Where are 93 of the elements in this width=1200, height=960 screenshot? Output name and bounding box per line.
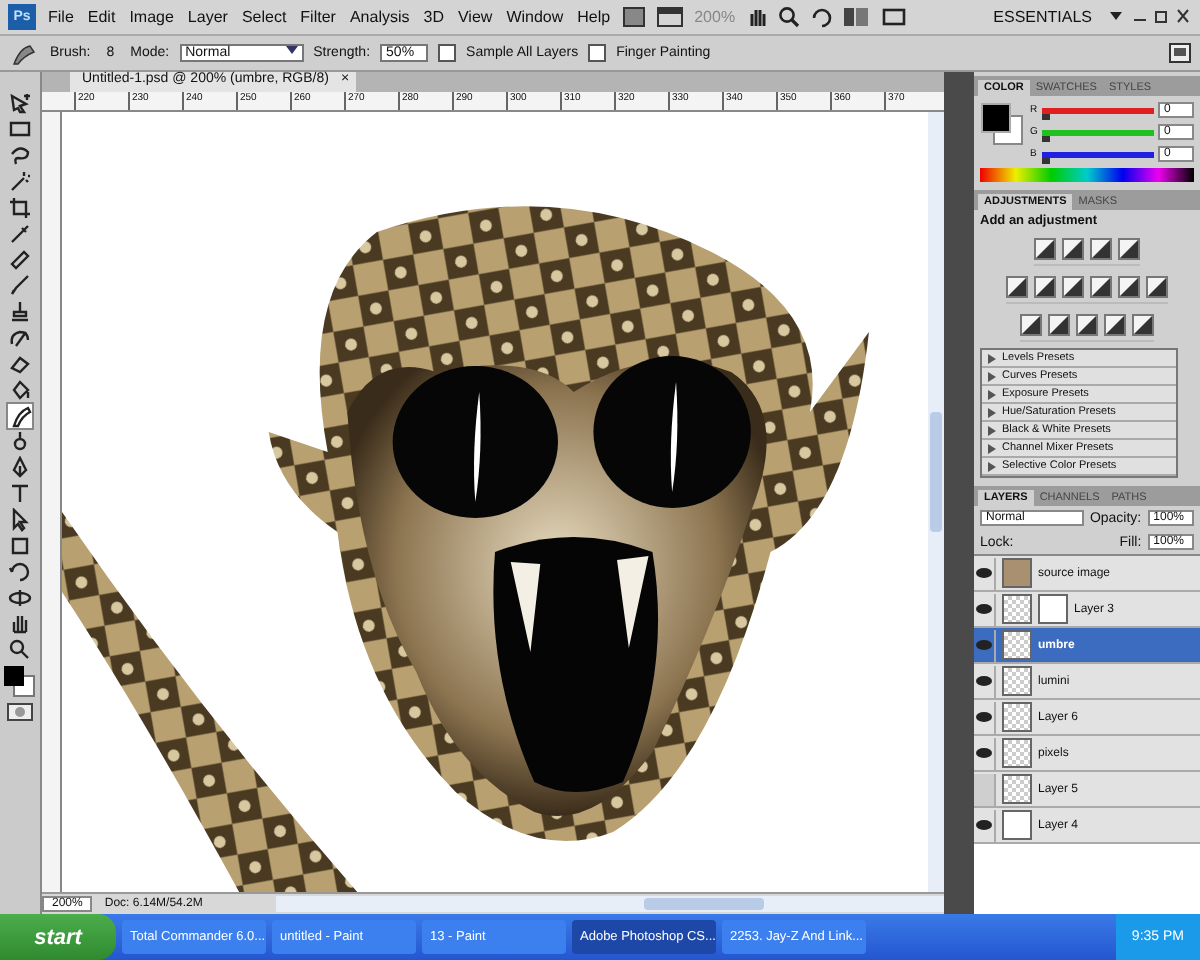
menu-item[interactable]: Analysis xyxy=(347,8,412,26)
select-tool-icon[interactable] xyxy=(8,508,32,532)
rotate-view-icon[interactable] xyxy=(809,6,832,28)
smudge-tool-icon[interactable] xyxy=(8,41,40,65)
eye-icon[interactable] xyxy=(976,820,992,830)
hand-icon[interactable] xyxy=(745,6,768,28)
menu-item[interactable]: Layer xyxy=(185,8,230,26)
visibility-toggle[interactable] xyxy=(974,629,996,661)
wand-tool-icon[interactable] xyxy=(8,170,32,194)
visibility-toggle[interactable] xyxy=(974,701,996,733)
zoom-tool-icon[interactable] xyxy=(8,638,32,662)
workspace-switcher[interactable]: ESSENTIALS xyxy=(993,8,1092,26)
layer-thumbnail xyxy=(1002,666,1032,696)
checkbox[interactable] xyxy=(438,44,457,62)
rotate-tool-icon[interactable] xyxy=(8,560,32,584)
eye-icon[interactable] xyxy=(976,568,992,578)
eye-icon[interactable] xyxy=(976,604,992,614)
layer-thumbnail xyxy=(1002,558,1032,588)
crop-tool-icon[interactable] xyxy=(8,196,32,220)
horizontal-scrollbar[interactable] xyxy=(276,896,944,912)
dodge-tool-icon[interactable] xyxy=(8,430,32,454)
adjustment-icon[interactable] xyxy=(1034,276,1056,298)
layer-thumbnail xyxy=(1002,594,1032,624)
layer-thumbnail xyxy=(1002,774,1032,804)
orbit-tool-icon[interactable] xyxy=(8,586,32,610)
checkbox[interactable] xyxy=(588,44,607,62)
lasso-tool-icon[interactable] xyxy=(8,144,32,168)
screen-mode-icon[interactable] xyxy=(879,6,908,28)
visibility-toggle[interactable] xyxy=(974,809,996,841)
eyedropper-tool-icon[interactable] xyxy=(8,222,32,246)
shape-tool-icon[interactable] xyxy=(8,534,32,558)
layer-mask-thumbnail xyxy=(1038,594,1068,624)
eye-icon[interactable] xyxy=(976,712,992,722)
adjustment-icon[interactable] xyxy=(1006,276,1028,298)
arrange-icon[interactable] xyxy=(841,6,870,28)
quick-mask-icon[interactable] xyxy=(6,702,34,722)
caret-icon[interactable] xyxy=(285,46,298,56)
pen-tool-icon[interactable] xyxy=(8,456,32,480)
menu-item[interactable]: View xyxy=(455,8,495,26)
layer-thumbnail xyxy=(1002,810,1032,840)
menu-item[interactable]: Help xyxy=(575,8,613,26)
layer-thumbnail xyxy=(1002,630,1032,660)
adjustment-icon[interactable] xyxy=(1104,314,1126,336)
adjustment-icon[interactable] xyxy=(1118,276,1140,298)
adjustment-icon[interactable] xyxy=(1146,276,1168,298)
layer-thumbnail xyxy=(1002,738,1032,768)
adjustment-icon[interactable] xyxy=(1062,238,1084,260)
adjustment-icon[interactable] xyxy=(1076,314,1098,336)
menu-item[interactable]: Select xyxy=(239,8,289,26)
bridge-icon[interactable] xyxy=(622,6,647,28)
menu-item[interactable]: Edit xyxy=(85,8,118,26)
smudge-tool-icon[interactable] xyxy=(8,404,32,428)
visibility-toggle[interactable] xyxy=(974,665,996,697)
eye-icon[interactable] xyxy=(976,676,992,686)
visibility-toggle[interactable] xyxy=(974,773,996,805)
layer-thumbnail xyxy=(1002,702,1032,732)
adjustment-icon[interactable] xyxy=(1020,314,1042,336)
history-tool-icon[interactable] xyxy=(8,326,32,350)
stamp-tool-icon[interactable] xyxy=(8,300,32,324)
adjustment-icon[interactable] xyxy=(1034,238,1056,260)
visibility-toggle[interactable] xyxy=(974,557,996,589)
color-swatches-icon[interactable] xyxy=(2,664,38,700)
adjustment-icon[interactable] xyxy=(1118,238,1140,260)
type-tool-icon[interactable] xyxy=(8,482,32,506)
brush-tool-icon[interactable] xyxy=(8,274,32,298)
view-extras-icon[interactable] xyxy=(656,6,685,28)
visibility-toggle[interactable] xyxy=(974,593,996,625)
eye-icon[interactable] xyxy=(976,748,992,758)
color-spectrum[interactable] xyxy=(980,168,1194,182)
adjustment-icon[interactable] xyxy=(1090,276,1112,298)
menu-item[interactable]: Window xyxy=(504,8,566,26)
healing-tool-icon[interactable] xyxy=(8,248,32,272)
adjustment-icon[interactable] xyxy=(1048,314,1070,336)
visibility-toggle[interactable] xyxy=(974,737,996,769)
vertical-scrollbar[interactable] xyxy=(928,112,944,892)
menu-item[interactable]: Image xyxy=(127,8,176,26)
adjustment-icon[interactable] xyxy=(1132,314,1154,336)
adjustment-icon[interactable] xyxy=(1090,238,1112,260)
menu-item[interactable]: File xyxy=(46,8,76,26)
move-tool-icon[interactable] xyxy=(8,92,32,116)
window-controls-icon[interactable] xyxy=(1132,8,1192,26)
eraser-tool-icon[interactable] xyxy=(8,352,32,376)
menu-item[interactable]: Filter xyxy=(298,8,338,26)
start-button[interactable]: start xyxy=(0,914,116,960)
zoom-icon[interactable] xyxy=(777,6,800,28)
adjustment-icon[interactable] xyxy=(1062,276,1084,298)
marquee-tool-icon[interactable] xyxy=(8,118,32,142)
bucket-tool-icon[interactable] xyxy=(8,378,32,402)
menu-item[interactable]: 3D xyxy=(421,8,446,26)
tablet-pressure-icon[interactable] xyxy=(1168,42,1192,64)
dropdown-arrow-icon[interactable] xyxy=(1110,12,1122,22)
color-swatches-icon[interactable] xyxy=(980,102,1024,146)
hand-tool-icon[interactable] xyxy=(8,612,32,636)
